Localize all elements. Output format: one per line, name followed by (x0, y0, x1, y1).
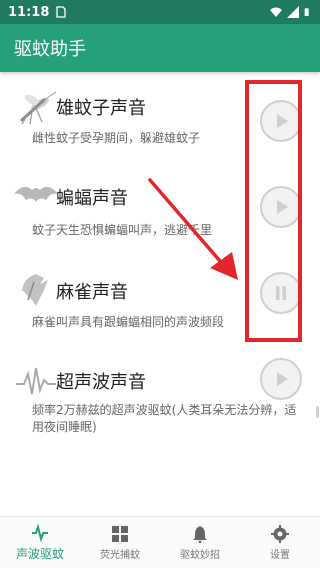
play-icon (277, 372, 288, 386)
item-title: 雄蚊子声音 (56, 98, 146, 119)
pause-icon (276, 286, 286, 300)
play-button[interactable] (260, 186, 302, 228)
nav-label: 声波驱蚊 (15, 546, 64, 561)
pulse-icon (32, 523, 48, 542)
gear-icon (271, 524, 289, 543)
sound-list: 雄蚊子声音 雌性蚊子受孕期间，躲避雄蚊子 蝙蝠声音 蚊子天生恐惧蝙蝠叫声，逃避千… (0, 72, 320, 516)
signal-icon (287, 6, 299, 18)
app-bar: 驱蚊助手 (0, 24, 320, 72)
status-time: 11:18 (8, 4, 50, 20)
nav-item-light-trap[interactable]: 荧光捕蚊 (80, 517, 160, 568)
nav-item-tips[interactable]: 驱蚊妙招 (160, 517, 240, 568)
play-button[interactable] (260, 100, 302, 142)
list-item[interactable]: 雄蚊子声音 雌性蚊子受孕期间，躲避雄蚊子 (0, 82, 320, 164)
item-title: 麻雀声音 (56, 282, 128, 303)
pause-button[interactable] (260, 272, 302, 314)
bat-icon (14, 186, 58, 202)
play-icon (277, 114, 288, 128)
status-bar: 11:18 (0, 0, 320, 24)
list-item[interactable]: 蝙蝠声音 蚊子天生恐惧蝙蝠叫声，逃避千里 (0, 176, 320, 254)
bell-icon (193, 525, 207, 543)
item-title: 超声波声音 (56, 372, 146, 393)
sparrow-icon (22, 274, 48, 306)
battery-icon (304, 8, 309, 16)
play-icon (277, 200, 288, 214)
bottom-navigation: 声波驱蚊 荧光捕蚊 驱蚊妙招 设置 (0, 516, 320, 568)
scrollbar-thumb[interactable] (316, 406, 319, 418)
sim-card-icon (56, 6, 67, 18)
item-description: 频率2万赫兹的超声波驱蚊(人类耳朵无法分辨，适用夜间睡眠) (32, 403, 297, 434)
play-button[interactable] (260, 358, 302, 400)
grid-icon (112, 525, 128, 542)
nav-label: 荧光捕蚊 (100, 549, 140, 561)
nav-item-sound-repel[interactable]: 声波驱蚊 (0, 517, 80, 568)
list-item[interactable]: 麻雀声音 麻雀叫声具有跟蝙蝠相同的声波频段 (0, 264, 320, 344)
item-description: 麻雀叫声具有跟蝙蝠相同的声波频段 (32, 315, 225, 329)
wifi-icon (270, 7, 282, 17)
mosquito-icon (20, 91, 57, 125)
nav-label: 设置 (270, 549, 290, 561)
list-item[interactable]: 超声波声音 频率2万赫兹的超声波驱蚊(人类耳朵无法分辨，适用夜间睡眠) (0, 358, 320, 458)
app-title: 驱蚊助手 (14, 39, 86, 60)
nav-item-settings[interactable]: 设置 (240, 517, 320, 568)
item-title: 蝙蝠声音 (56, 188, 128, 209)
waveform-icon (16, 367, 56, 395)
nav-label: 驱蚊妙招 (180, 549, 220, 561)
item-description: 蚊子天生恐惧蝙蝠叫声，逃避千里 (32, 223, 213, 237)
item-description: 雌性蚊子受孕期间，躲避雄蚊子 (32, 131, 201, 145)
